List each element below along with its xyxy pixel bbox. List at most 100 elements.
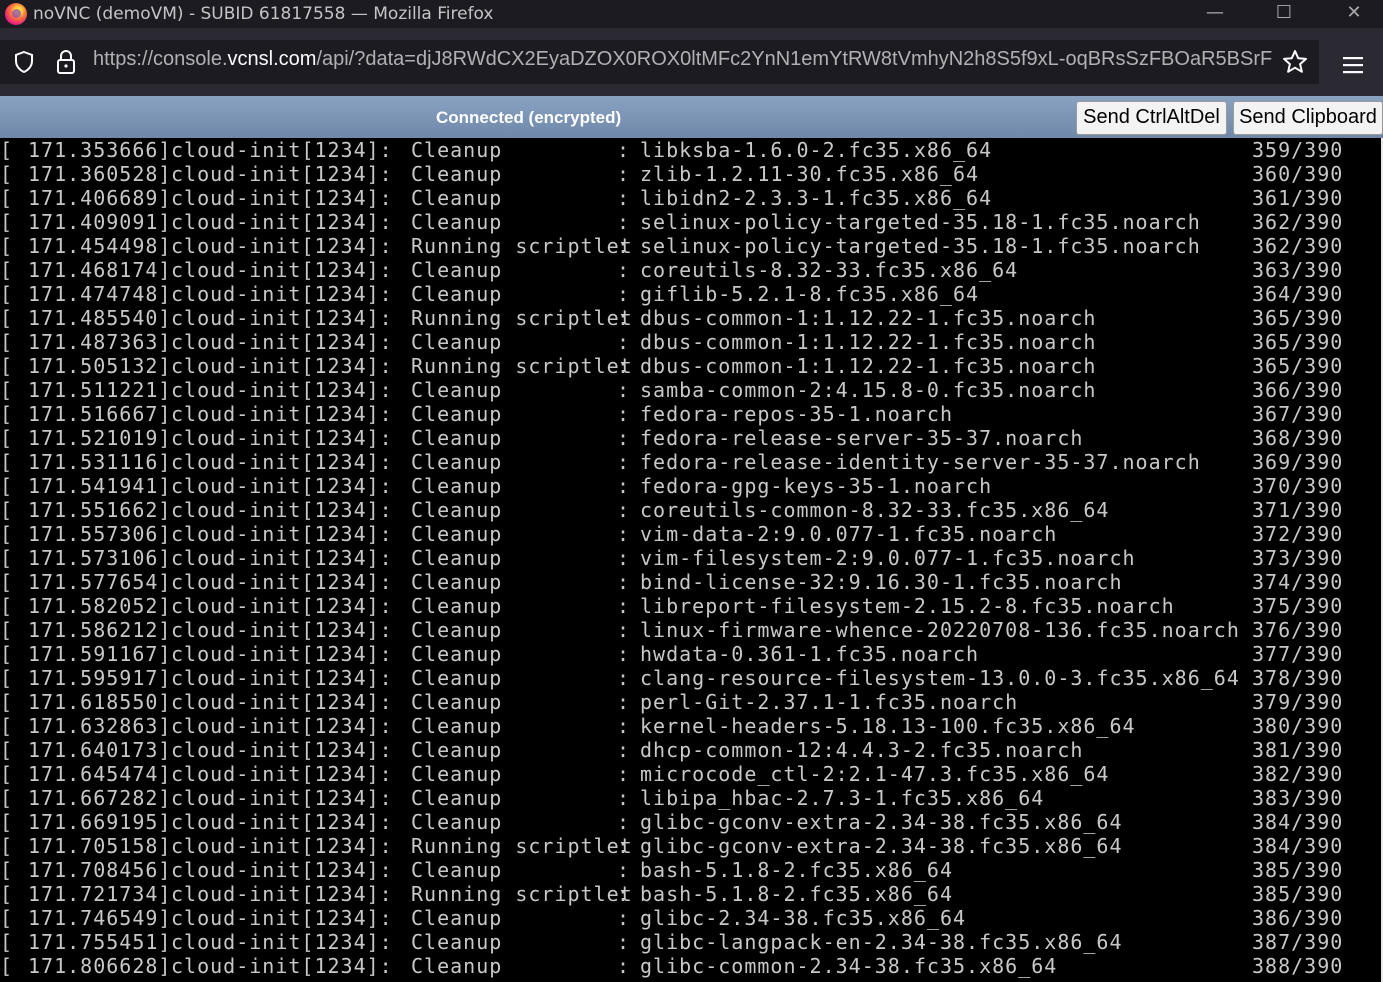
console-bracket: [ — [0, 642, 14, 666]
console-colon: : — [617, 546, 631, 570]
console-count: 369/390 — [1252, 450, 1344, 474]
console-bracket: [ — [0, 834, 14, 858]
console-ts: 171.551662] — [28, 498, 172, 522]
console-count: 379/390 — [1252, 690, 1344, 714]
console-bracket: [ — [0, 210, 14, 234]
console-action: Cleanup — [411, 714, 503, 738]
console-count: 364/390 — [1252, 282, 1344, 306]
console-src: cloud-init[1234]: — [171, 234, 393, 258]
console-bracket: [ — [0, 714, 14, 738]
console-src: cloud-init[1234]: — [171, 714, 393, 738]
console-line: [171.551662] cloud-init[1234]: Cleanup: cor… — [0, 498, 1380, 522]
maximize-button[interactable]: ☐ — [1249, 0, 1319, 28]
console-count: 365/390 — [1252, 330, 1344, 354]
console-pkg: bash-5.1.8-2.fc35.x86_64 — [640, 882, 953, 906]
console-bracket: [ — [0, 258, 14, 282]
console-src: cloud-init[1234]: — [171, 834, 393, 858]
url-path: /api/?data=djJ8RWdCX2EyaDZOX0ROX0ltMFc2Y… — [316, 48, 1273, 70]
console-action: Cleanup — [411, 258, 503, 282]
console-colon: : — [617, 402, 631, 426]
console-action: Cleanup — [411, 378, 503, 402]
console-action: Cleanup — [411, 786, 503, 810]
console-ts: 171.645474] — [28, 762, 172, 786]
console-src: cloud-init[1234]: — [171, 762, 393, 786]
console-pkg: selinux-policy-targeted-35.18-1.fc35.noa… — [640, 210, 1201, 234]
send-ctrl-alt-del-button[interactable]: Send CtrlAltDel — [1076, 101, 1227, 135]
console-action: Running scriptlet — [411, 234, 633, 258]
url-bar[interactable]: https://console.vcnsl.com/api/?data=djJ8… — [0, 40, 1319, 84]
console-colon: : — [617, 354, 631, 378]
console-colon: : — [617, 210, 631, 234]
url-text[interactable]: https://console.vcnsl.com/api/?data=djJ8… — [93, 48, 1273, 71]
console-ts: 171.353666] — [28, 138, 172, 162]
console-bracket: [ — [0, 354, 14, 378]
lock-icon[interactable] — [54, 49, 78, 75]
console-count: 373/390 — [1252, 546, 1344, 570]
hamburger-menu-icon[interactable] — [1340, 54, 1366, 76]
console-ts: 171.806628] — [28, 954, 172, 978]
console-line: [171.541941] cloud-init[1234]: Cleanup: fed… — [0, 474, 1380, 498]
console-pkg: microcode_ctl-2:2.1-47.3.fc35.x86_64 — [640, 762, 1110, 786]
console-colon: : — [617, 378, 631, 402]
bookmark-star-icon[interactable] — [1282, 49, 1308, 75]
console-src: cloud-init[1234]: — [171, 666, 393, 690]
console-src: cloud-init[1234]: — [171, 570, 393, 594]
console-pkg: fedora-gpg-keys-35-1.noarch — [640, 474, 993, 498]
console-line: [171.746549] cloud-init[1234]: Cleanup: gli… — [0, 906, 1380, 930]
console-line: [171.591167] cloud-init[1234]: Cleanup: hwd… — [0, 642, 1380, 666]
console-ts: 171.746549] — [28, 906, 172, 930]
console-action: Cleanup — [411, 330, 503, 354]
console-ts: 171.557306] — [28, 522, 172, 546]
console-colon: : — [617, 858, 631, 882]
window-title: noVNC (demoVM) - SUBID 61817558 — Mozill… — [33, 4, 494, 24]
console-ts: 171.511221] — [28, 378, 172, 402]
console-colon: : — [617, 810, 631, 834]
console-pkg: samba-common-2:4.15.8-0.fc35.noarch — [640, 378, 1097, 402]
console-src: cloud-init[1234]: — [171, 330, 393, 354]
console-line: [171.454498] cloud-init[1234]: Running scr… — [0, 234, 1380, 258]
console-bracket: [ — [0, 282, 14, 306]
console-bracket: [ — [0, 402, 14, 426]
console-pkg: vim-data-2:9.0.077-1.fc35.noarch — [640, 522, 1058, 546]
console-src: cloud-init[1234]: — [171, 618, 393, 642]
console-action: Cleanup — [411, 186, 503, 210]
console-pkg: vim-filesystem-2:9.0.077-1.fc35.noarch — [640, 546, 1136, 570]
close-button[interactable]: ✕ — [1319, 0, 1383, 28]
console-action: Cleanup — [411, 690, 503, 714]
console-src: cloud-init[1234]: — [171, 426, 393, 450]
console-line: [171.640173] cloud-init[1234]: Cleanup: dhc… — [0, 738, 1380, 762]
console-pkg: coreutils-common-8.32-33.fc35.x86_64 — [640, 498, 1110, 522]
console-line: [171.360528] cloud-init[1234]: Cleanup: zli… — [0, 162, 1380, 186]
console-line: [171.485540] cloud-init[1234]: Running scr… — [0, 306, 1380, 330]
console-bracket: [ — [0, 570, 14, 594]
console-pkg: linux-firmware-whence-20220708-136.fc35.… — [640, 618, 1240, 642]
console-ts: 171.521019] — [28, 426, 172, 450]
console-src: cloud-init[1234]: — [171, 162, 393, 186]
tracking-protection-shield-icon[interactable] — [12, 50, 36, 74]
send-clipboard-button[interactable]: Send Clipboard — [1233, 101, 1383, 135]
console-line: [171.577654] cloud-init[1234]: Cleanup: bin… — [0, 570, 1380, 594]
console-line: [171.353666] cloud-init[1234]: Cleanup: lib… — [0, 138, 1380, 162]
console-action: Cleanup — [411, 474, 503, 498]
console-line: [171.586212] cloud-init[1234]: Cleanup: lin… — [0, 618, 1380, 642]
console-ts: 171.406689] — [28, 186, 172, 210]
console-src: cloud-init[1234]: — [171, 522, 393, 546]
console-count: 368/390 — [1252, 426, 1344, 450]
console-src: cloud-init[1234]: — [171, 882, 393, 906]
console-ts: 171.705158] — [28, 834, 172, 858]
console-src: cloud-init[1234]: — [171, 954, 393, 978]
url-prefix: https://console. — [93, 48, 228, 70]
console-ts: 171.409091] — [28, 210, 172, 234]
console-bracket: [ — [0, 378, 14, 402]
console-colon: : — [617, 330, 631, 354]
console-bracket: [ — [0, 498, 14, 522]
console-count: 381/390 — [1252, 738, 1344, 762]
vnc-console-screen[interactable]: [171.353666] cloud-init[1234]: Cleanup: lib… — [0, 138, 1383, 982]
console-src: cloud-init[1234]: — [171, 738, 393, 762]
console-src: cloud-init[1234]: — [171, 858, 393, 882]
minimize-button[interactable]: — — [1180, 0, 1250, 28]
console-pkg: kernel-headers-5.18.13-100.fc35.x86_64 — [640, 714, 1136, 738]
console-pkg: libksba-1.6.0-2.fc35.x86_64 — [640, 138, 993, 162]
console-ts: 171.669195] — [28, 810, 172, 834]
console-colon: : — [617, 906, 631, 930]
